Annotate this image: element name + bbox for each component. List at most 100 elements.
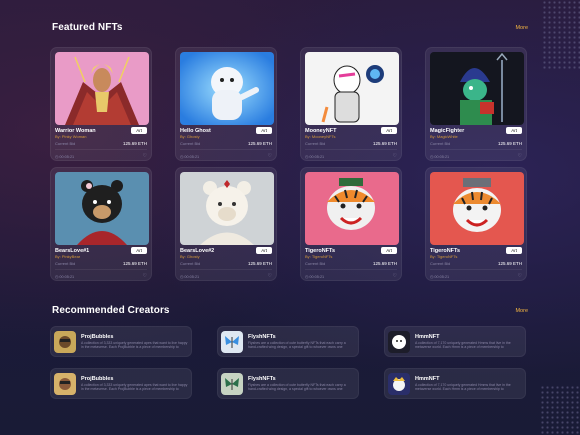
nft-price: 125.69 ETH bbox=[372, 141, 397, 146]
clock-icon: ◷ bbox=[55, 274, 59, 279]
current-bid-label: Current Bid bbox=[430, 141, 451, 146]
nft-card[interactable]: MooneyNFT Art By: MooneyNFTs Current Bid… bbox=[300, 47, 402, 161]
creators-grid: ProjBubbles A collection of 3,333 unique… bbox=[50, 326, 526, 399]
nft-name: MooneyNFT bbox=[305, 127, 337, 134]
featured-title: Featured NFTs bbox=[52, 22, 123, 33]
creator-card[interactable]: FlyshNFTs Flyshes are a collection of cu… bbox=[217, 368, 359, 399]
current-bid-label: Current Bid bbox=[55, 261, 76, 266]
clock-icon: ◷ bbox=[430, 274, 434, 279]
creator-card[interactable]: ProjBubbles A collection of 3,333 unique… bbox=[50, 326, 192, 357]
heart-icon[interactable]: ♡ bbox=[393, 273, 397, 279]
heart-icon[interactable]: ♡ bbox=[518, 273, 522, 279]
nft-name: MagicFighter bbox=[430, 127, 465, 134]
creator-description: A collection of 7,170 uniquely generated… bbox=[415, 382, 511, 391]
creator-card[interactable]: HmmNFT A collection of 7,170 uniquely ge… bbox=[384, 368, 526, 399]
category-tag-button[interactable]: Art bbox=[256, 127, 272, 134]
nft-creator: By: MooneyNFTs bbox=[305, 134, 336, 139]
nft-name: BearsLove#1 bbox=[55, 247, 90, 254]
nft-name: TigeroNFTs bbox=[305, 247, 336, 254]
nft-creator: By: TigeroNFTs bbox=[305, 254, 333, 259]
creator-avatar bbox=[221, 330, 243, 353]
creator-name: ProjBubbles bbox=[81, 375, 114, 382]
heart-icon[interactable]: ♡ bbox=[268, 153, 272, 159]
nft-card[interactable]: BearsLove#1 Art By: PinkyBear Current Bi… bbox=[50, 167, 152, 281]
creator-name: HmmNFT bbox=[415, 333, 440, 340]
clock-icon: ◷ bbox=[180, 274, 184, 279]
category-tag-button[interactable]: Art bbox=[131, 127, 147, 134]
featured-grid: Warrior Woman Art By: Pinky Woman Curren… bbox=[50, 47, 527, 281]
nft-artwork bbox=[305, 52, 399, 125]
countdown-timer: 00:05:21 bbox=[434, 154, 450, 159]
nft-artwork bbox=[55, 52, 149, 125]
nft-price: 125.69 ETH bbox=[247, 141, 272, 146]
nft-creator: By: Pinky Woman bbox=[55, 134, 87, 139]
dot-pattern-decoration bbox=[540, 385, 580, 435]
nft-card[interactable]: Hello Ghost Art By: Ghosty Current Bid 1… bbox=[175, 47, 277, 161]
nft-name: BearsLove#2 bbox=[180, 247, 215, 254]
creator-card[interactable]: FlyshNFTs Flyshes are a collection of cu… bbox=[217, 326, 359, 357]
nft-artwork bbox=[180, 172, 274, 245]
countdown-timer: 00:05:21 bbox=[309, 154, 325, 159]
nft-artwork bbox=[430, 172, 524, 245]
category-tag-button[interactable]: Art bbox=[131, 247, 147, 254]
creator-avatar bbox=[54, 372, 76, 395]
clock-icon: ◷ bbox=[55, 154, 59, 159]
clock-icon: ◷ bbox=[305, 154, 309, 159]
nft-card[interactable]: TigeroNFTs Art By: TigeroNFTs Current Bi… bbox=[425, 167, 527, 281]
heart-icon[interactable]: ♡ bbox=[518, 153, 522, 159]
heart-icon[interactable]: ♡ bbox=[143, 153, 147, 159]
featured-more-link[interactable]: More bbox=[515, 25, 528, 31]
category-tag-button[interactable]: Art bbox=[381, 127, 397, 134]
clock-icon: ◷ bbox=[305, 274, 309, 279]
nft-creator: By: PinkyBear bbox=[55, 254, 81, 259]
nft-artwork bbox=[180, 52, 274, 125]
heart-icon[interactable]: ♡ bbox=[393, 153, 397, 159]
category-tag-button[interactable]: Art bbox=[506, 247, 522, 254]
clock-icon: ◷ bbox=[430, 154, 434, 159]
creator-description: A collection of 3,333 uniquely generated… bbox=[81, 340, 188, 349]
nft-card[interactable]: BearsLove#2 Art By: Ghosty Current Bid 1… bbox=[175, 167, 277, 281]
nft-creator: By: MagicWhite bbox=[430, 134, 458, 139]
recommended-more-link[interactable]: More bbox=[515, 308, 528, 314]
current-bid-label: Current Bid bbox=[305, 261, 326, 266]
category-tag-button[interactable]: Art bbox=[256, 247, 272, 254]
creator-name: ProjBubbles bbox=[81, 333, 114, 340]
nft-name: TigeroNFTs bbox=[430, 247, 461, 254]
creator-description: A collection of 7,170 uniquely generated… bbox=[415, 340, 511, 349]
nft-price: 125.69 ETH bbox=[497, 141, 522, 146]
recommended-title: Recommended Creators bbox=[52, 305, 170, 316]
clock-icon: ◷ bbox=[180, 154, 184, 159]
nft-name: Hello Ghost bbox=[180, 127, 211, 134]
category-tag-button[interactable]: Art bbox=[506, 127, 522, 134]
nft-card[interactable]: MagicFighter Art By: MagicWhite Current … bbox=[425, 47, 527, 161]
countdown-timer: 00:05:21 bbox=[59, 154, 75, 159]
nft-card[interactable]: Warrior Woman Art By: Pinky Woman Curren… bbox=[50, 47, 152, 161]
nft-artwork bbox=[430, 52, 524, 125]
recommended-header: Recommended Creators More bbox=[52, 305, 528, 316]
countdown-timer: 00:05:21 bbox=[184, 154, 200, 159]
nft-card[interactable]: TigeroNFTs Art By: TigeroNFTs Current Bi… bbox=[300, 167, 402, 281]
countdown-timer: 00:05:21 bbox=[59, 274, 75, 279]
heart-icon[interactable]: ♡ bbox=[143, 273, 147, 279]
creator-name: HmmNFT bbox=[415, 375, 440, 382]
creator-avatar bbox=[54, 330, 76, 353]
creator-avatar bbox=[221, 372, 243, 395]
nft-artwork bbox=[55, 172, 149, 245]
current-bid-label: Current Bid bbox=[305, 141, 326, 146]
countdown-timer: 00:05:21 bbox=[309, 274, 325, 279]
creator-avatar bbox=[388, 330, 410, 353]
creator-description: Flyshes are a collection of cute butterf… bbox=[248, 340, 346, 349]
category-tag-button[interactable]: Art bbox=[381, 247, 397, 254]
creator-avatar bbox=[388, 372, 410, 395]
creator-card[interactable]: ProjBubbles A collection of 3,333 unique… bbox=[50, 368, 192, 399]
countdown-timer: 00:05:21 bbox=[434, 274, 450, 279]
nft-price: 125.69 ETH bbox=[122, 141, 147, 146]
current-bid-label: Current Bid bbox=[180, 141, 201, 146]
current-bid-label: Current Bid bbox=[55, 141, 76, 146]
creator-description: A collection of 3,333 uniquely generated… bbox=[81, 382, 188, 391]
nft-name: Warrior Woman bbox=[55, 127, 96, 134]
creator-name: FlyshNFTs bbox=[248, 375, 276, 382]
nft-price: 125.69 ETH bbox=[122, 261, 147, 266]
creator-card[interactable]: HmmNFT A collection of 7,170 uniquely ge… bbox=[384, 326, 526, 357]
heart-icon[interactable]: ♡ bbox=[268, 273, 272, 279]
